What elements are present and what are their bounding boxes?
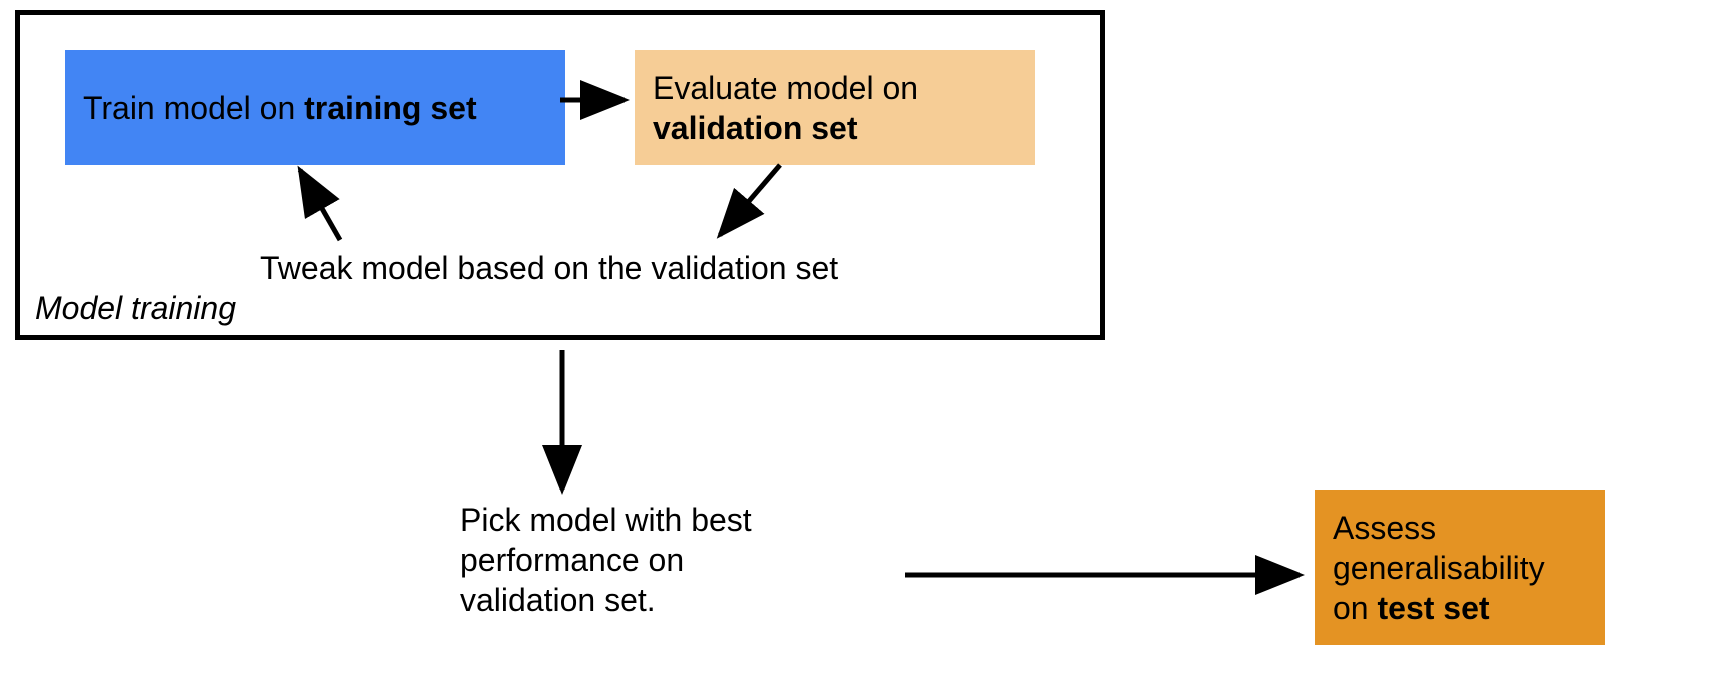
model-training-container: Model training Train model on training s…: [15, 10, 1105, 340]
pick-line1: Pick model with best: [460, 500, 890, 540]
test-line2: generalisability: [1333, 548, 1587, 588]
test-line1: Assess: [1333, 508, 1587, 548]
validate-bold: validation set: [653, 108, 858, 148]
train-box-prefix: Train model on: [83, 90, 304, 126]
test-line3-bold: test set: [1377, 590, 1489, 626]
train-box-bold: training set: [304, 90, 476, 126]
test-box: Assess generalisability on test set: [1315, 490, 1605, 645]
pick-model-text: Pick model with best performance on vali…: [460, 500, 890, 620]
model-training-label: Model training: [35, 290, 236, 327]
tweak-text: Tweak model based on the validation set: [260, 250, 960, 287]
train-box: Train model on training set: [65, 50, 565, 165]
test-line3-prefix: on: [1333, 590, 1377, 626]
train-box-text: Train model on training set: [83, 88, 477, 128]
validate-box: Evaluate model on validation set: [635, 50, 1035, 165]
pick-line3: validation set.: [460, 580, 890, 620]
validate-line1: Evaluate model on: [653, 68, 918, 108]
pick-line2: performance on: [460, 540, 890, 580]
test-line3: on test set: [1333, 588, 1587, 628]
diagram-stage: Model training Train model on training s…: [0, 0, 1723, 700]
